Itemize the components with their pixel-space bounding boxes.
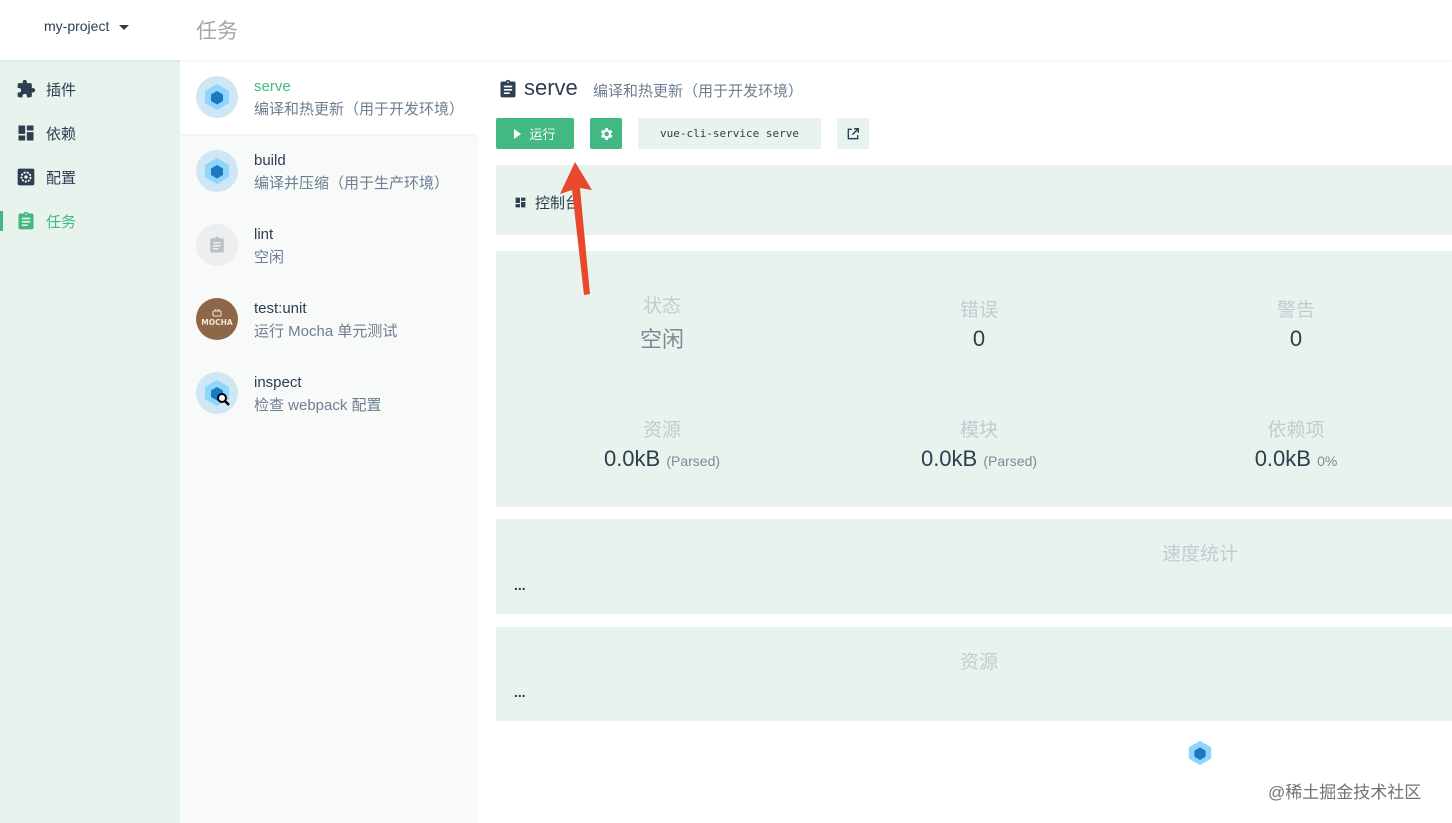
task-item-build[interactable]: build 编译并压缩（用于生产环境） <box>180 134 478 208</box>
sidebar-item-tasks[interactable]: 任务 <box>0 201 180 241</box>
stat-value: 0 <box>972 326 986 351</box>
task-description: 检查 webpack 配置 <box>254 397 382 414</box>
run-button-label: 运行 <box>529 127 556 142</box>
gear-icon <box>600 127 613 140</box>
stat-unit: 0% <box>1317 453 1338 469</box>
sidebar-nav: 插件 依赖 配置 任务 <box>0 60 180 823</box>
stat-modules: 模块 0.0kB (Parsed) <box>829 415 1129 472</box>
stat-value: 0.0kB <box>603 446 661 471</box>
stat-value: 0.0kB <box>1254 446 1311 471</box>
sidebar-item-label: 依赖 <box>46 125 77 143</box>
puzzle-icon <box>17 79 36 98</box>
project-selector[interactable]: my-project <box>44 18 130 34</box>
task-name: serve <box>254 78 291 95</box>
task-title: serve <box>524 75 578 100</box>
task-item-serve[interactable]: serve 编译和热更新（用于开发环境） <box>180 60 478 134</box>
clipboard-icon <box>18 211 34 230</box>
task-description: 编译并压缩（用于生产环境） <box>254 175 450 192</box>
watermark: @稀土掘金技术社区 <box>1268 783 1422 802</box>
stat-value: 0.0kB <box>920 446 978 471</box>
task-item-test-unit[interactable]: MOCHA test:unit 运行 Mocha 单元测试 <box>180 282 478 356</box>
task-detail: serve 编译和热更新（用于开发环境） 运行 vue-cli-service … <box>478 60 1452 823</box>
stat-value: 0 <box>1289 326 1303 351</box>
assets-title: 资源 <box>959 652 998 673</box>
assets-placeholder: ... <box>514 684 526 700</box>
stat-status: 状态 空闲 <box>512 291 812 354</box>
play-icon <box>514 128 522 139</box>
annotation-arrow-icon <box>560 162 592 295</box>
speed-stats-panel: 速度统计 ... <box>496 519 1452 614</box>
stat-label: 资源 <box>642 420 681 441</box>
parameters-button[interactable] <box>590 118 622 149</box>
webpack-logo-icon <box>1188 740 1212 766</box>
stat-errors: 错误 0 <box>829 295 1129 352</box>
stat-unit: (Parsed) <box>983 453 1038 469</box>
dashboard-icon <box>515 197 526 208</box>
project-name: my-project <box>44 18 110 34</box>
stat-warnings: 警告 0 <box>1146 295 1446 352</box>
stat-value: 空闲 <box>639 327 684 352</box>
task-description: 运行 Mocha 单元测试 <box>254 323 398 340</box>
task-description: 编译和热更新（用于开发环境） <box>254 101 465 118</box>
stat-label: 警告 <box>1276 300 1315 321</box>
task-item-inspect[interactable]: inspect 检查 webpack 配置 <box>180 356 478 430</box>
gear-box-icon <box>17 168 35 186</box>
speed-stats-placeholder: ... <box>514 577 526 593</box>
webpack-icon <box>196 76 238 118</box>
stat-assets: 资源 0.0kB (Parsed) <box>512 415 812 472</box>
caret-down-icon <box>119 24 130 30</box>
webpack-icon <box>196 150 238 192</box>
stat-label: 错误 <box>959 300 998 321</box>
stat-label: 依赖项 <box>1267 420 1325 441</box>
task-list: serve 编译和热更新（用于开发环境） build 编译并压缩（用于生产环境）… <box>180 60 478 823</box>
open-in-new-button[interactable] <box>837 118 869 149</box>
task-name: inspect <box>254 374 302 391</box>
open-in-new-icon <box>847 127 859 139</box>
speed-stats-title: 速度统计 <box>1161 544 1238 565</box>
assets-panel: 资源 ... <box>496 627 1452 721</box>
command-display: vue-cli-service serve <box>638 118 821 149</box>
sidebar-item-plugins[interactable]: 插件 <box>0 69 180 109</box>
stat-dependencies: 依赖项 0.0kB 0% <box>1146 415 1446 472</box>
sidebar-item-label: 配置 <box>46 169 77 187</box>
top-header: my-project 任务 <box>0 0 1452 60</box>
sidebar-item-label: 插件 <box>46 81 77 99</box>
mocha-icon: MOCHA <box>196 298 238 340</box>
sidebar-item-config[interactable]: 配置 <box>0 157 180 197</box>
svg-text:MOCHA: MOCHA <box>201 318 233 327</box>
task-subtitle: 编译和热更新（用于开发环境） <box>593 83 804 100</box>
task-name: test:unit <box>254 300 307 317</box>
stat-label: 模块 <box>959 420 998 441</box>
console-panel: 控制台 <box>496 165 1452 235</box>
clipboard-icon <box>196 224 238 266</box>
task-name: build <box>254 152 286 169</box>
webpack-inspect-icon <box>196 372 238 414</box>
task-item-lint[interactable]: lint 空闲 <box>180 208 478 282</box>
stats-panel: 状态 空闲 错误 0 警告 0 资源 0.0kB (Parsed) 模块 0.0… <box>496 251 1452 507</box>
page-title: 任务 <box>196 20 238 43</box>
run-button[interactable]: 运行 <box>496 118 574 149</box>
task-name: lint <box>254 226 274 243</box>
stat-unit: (Parsed) <box>666 453 721 469</box>
dashboard-icon <box>18 125 34 141</box>
task-description: 空闲 <box>254 249 285 266</box>
sidebar-item-label: 任务 <box>46 213 77 231</box>
clipboard-icon <box>500 79 516 98</box>
sidebar-item-dependencies[interactable]: 依赖 <box>0 113 180 153</box>
